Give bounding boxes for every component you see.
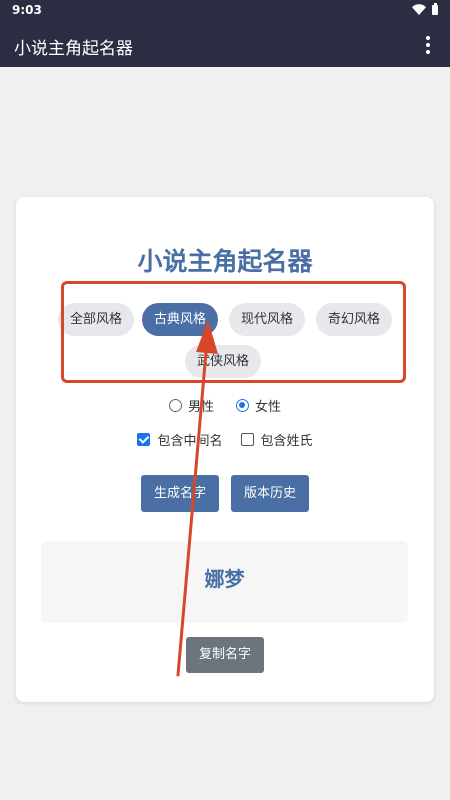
gender-radio-group: 男性 女性	[16, 396, 434, 415]
radio-male[interactable]	[168, 399, 182, 412]
name-options-group: 包含中间名 包含姓氏	[16, 430, 434, 449]
style-chip-modern[interactable]: 现代风格	[229, 303, 306, 336]
status-bar: 9:03	[0, 0, 450, 22]
surname-label: 包含姓氏	[260, 434, 313, 449]
name-generator-card: 小说主角起名器 全部风格 古典风格 现代风格 奇幻风格 武侠风格 男性 女性 包…	[16, 197, 434, 702]
wifi-icon	[412, 4, 426, 15]
surname-option[interactable]: 包含姓氏	[240, 430, 313, 449]
more-vert-icon[interactable]	[416, 34, 440, 56]
battery-icon	[432, 2, 438, 15]
page-title: 小说主角起名器	[137, 247, 313, 276]
status-time: 9:03	[12, 3, 42, 17]
middle-name-label: 包含中间名	[157, 434, 223, 449]
app-bar: 小说主角起名器	[0, 22, 450, 67]
style-chip-fantasy[interactable]: 奇幻风格	[316, 303, 393, 336]
style-chip-classical[interactable]: 古典风格	[142, 303, 219, 336]
middle-name-option[interactable]: 包含中间名	[137, 430, 223, 449]
middle-name-checkbox[interactable]	[137, 433, 151, 446]
copy-name-button[interactable]: 复制名字	[186, 637, 265, 673]
app-title: 小说主角起名器	[14, 39, 133, 59]
radio-female[interactable]	[236, 399, 249, 412]
gender-option-male[interactable]: 男性	[168, 396, 214, 415]
result-box: 娜梦	[41, 541, 408, 623]
generated-name: 娜梦	[204, 567, 245, 591]
surname-checkbox[interactable]	[240, 433, 254, 446]
gender-label-female: 女性	[255, 400, 282, 415]
style-chip-wuxia[interactable]: 武侠风格	[185, 345, 262, 378]
style-chip-all[interactable]: 全部风格	[58, 303, 135, 336]
status-icons	[412, 2, 438, 15]
generate-button[interactable]: 生成名字	[141, 475, 220, 512]
history-button[interactable]: 版本历史	[231, 475, 310, 512]
gender-label-male: 男性	[187, 400, 214, 415]
gender-option-female[interactable]: 女性	[236, 396, 281, 415]
